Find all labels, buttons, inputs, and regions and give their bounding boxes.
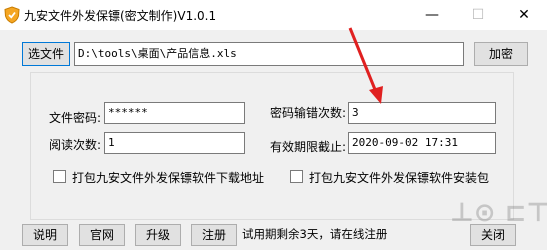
shield-icon (4, 6, 20, 24)
title-bar[interactable]: 九安文件外发保镖(密文制作)V1.0.1 — ☐ ✕ (0, 0, 547, 30)
pack-installer-label[interactable]: 打包九安文件外发保镖软件安装包 (309, 169, 489, 186)
trial-status-text: 试用期剩余3天，请在线注册 (242, 227, 388, 241)
pack-installer-checkbox[interactable] (290, 170, 303, 183)
website-button[interactable]: 官网 (79, 224, 125, 246)
pack-download-checkbox[interactable] (53, 170, 66, 183)
error-count-label: 密码输错次数: (270, 106, 347, 120)
read-count-label: 阅读次数: (49, 138, 102, 152)
maximize-button[interactable]: ☐ (455, 0, 501, 30)
expire-date-field[interactable]: 2020-09-02 17:31 (348, 132, 496, 154)
app-window: 九安文件外发保镖(密文制作)V1.0.1 — ☐ ✕ 选文件 D:\tools\… (0, 0, 547, 250)
file-path-field[interactable]: D:\tools\桌面\产品信息.xls (74, 42, 464, 66)
password-field[interactable]: ****** (104, 102, 245, 124)
watermark-logo: ⊥⊙ ⊏⊤ (450, 198, 547, 228)
encrypt-button[interactable]: 加密 (474, 42, 528, 66)
register-button[interactable]: 注册 (191, 224, 237, 246)
error-count-field[interactable]: 3 (348, 102, 496, 124)
expire-label: 有效期限截止: (270, 140, 347, 154)
upgrade-button[interactable]: 升级 (135, 224, 181, 246)
pack-download-label[interactable]: 打包九安文件外发保镖软件下载地址 (72, 169, 264, 186)
window-title: 九安文件外发保镖(密文制作)V1.0.1 (24, 9, 217, 23)
help-button[interactable]: 说明 (22, 224, 68, 246)
select-file-button[interactable]: 选文件 (22, 42, 70, 66)
minimize-button[interactable]: — (409, 0, 455, 30)
read-count-field[interactable]: 1 (104, 132, 245, 154)
password-label: 文件密码: (49, 111, 102, 125)
close-window-button[interactable]: ✕ (501, 0, 547, 30)
